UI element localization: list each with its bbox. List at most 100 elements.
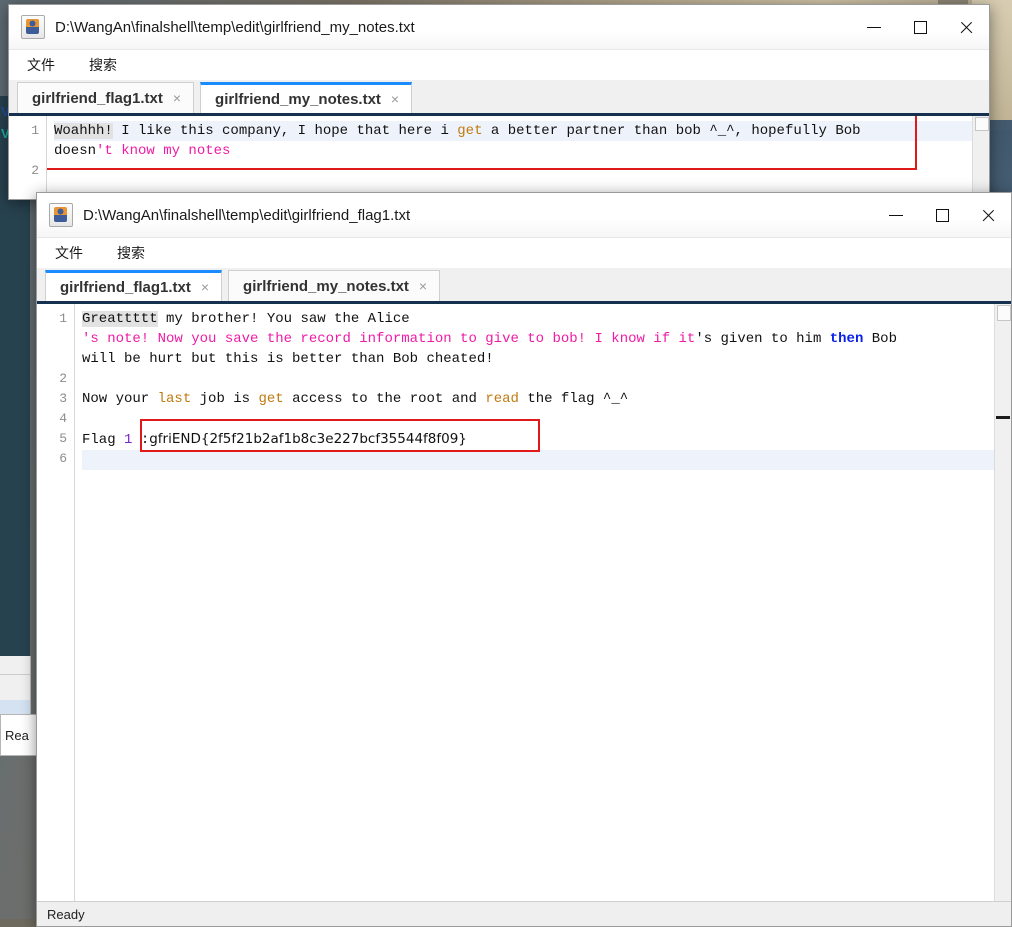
close-icon xyxy=(959,20,974,35)
java-app-icon xyxy=(49,203,73,227)
maximize-button[interactable] xyxy=(919,193,965,237)
code-line-1: Woahhh! I like this company, I hope that… xyxy=(54,121,989,141)
window2-title: D:\WangAn\finalshell\temp\edit\girlfrien… xyxy=(83,206,411,224)
tab-close-icon[interactable]: × xyxy=(201,280,209,294)
window2-menubar: 文件 搜索 xyxy=(37,238,1011,268)
window-girlfriend-flag1[interactable]: D:\WangAn\finalshell\temp\edit\girlfrien… xyxy=(36,192,1012,927)
window2-scroll-marker xyxy=(996,416,1010,419)
code-selection: Greattttt xyxy=(82,311,158,327)
window1-vertical-scrollbar[interactable] xyxy=(972,116,989,199)
tab-girlfriend-flag1[interactable]: girlfriend_flag1.txt × xyxy=(17,82,195,113)
window1-code-area[interactable]: Woahhh! I like this company, I hope that… xyxy=(47,116,989,199)
code-text: : xyxy=(132,432,150,448)
code-line-3: Now your last job is get access to the r… xyxy=(82,389,1011,409)
code-bold-keyword: then xyxy=(829,331,864,347)
menu-search[interactable]: 搜索 xyxy=(113,241,149,265)
code-line-1-wrap-b: will be hurt but this is better than Bob… xyxy=(82,349,1011,369)
tab-girlfriend-my-notes[interactable]: girlfriend_my_notes.txt × xyxy=(200,82,413,113)
menu-file[interactable]: 文件 xyxy=(51,241,87,265)
tab-close-icon[interactable]: × xyxy=(391,92,399,106)
menu-file[interactable]: 文件 xyxy=(23,53,59,77)
code-string: 's note! Now you save the record informa… xyxy=(82,331,696,347)
window-girlfriend-my-notes[interactable]: D:\WangAn\finalshell\temp\edit\girlfrien… xyxy=(8,4,990,200)
line-number: 1 xyxy=(59,311,67,326)
background-app-status-text: Rea xyxy=(5,727,29,743)
window1-controls xyxy=(851,5,989,49)
code-line-1-wrap: doesn't know my notes xyxy=(54,141,989,161)
tab-girlfriend-flag1[interactable]: girlfriend_flag1.txt × xyxy=(45,270,223,301)
window2-vertical-scrollbar[interactable] xyxy=(994,304,1011,914)
code-text: will be hurt but this is better than Bob… xyxy=(82,351,494,367)
minimize-button[interactable] xyxy=(873,193,919,237)
line-number: 6 xyxy=(59,451,67,466)
tab-close-icon[interactable]: × xyxy=(419,279,427,293)
tab-girlfriend-my-notes[interactable]: girlfriend_my_notes.txt × xyxy=(228,270,441,301)
line-number: 3 xyxy=(59,391,67,406)
code-text: job is xyxy=(191,391,259,407)
close-icon xyxy=(981,208,996,223)
line-number: 1 xyxy=(31,123,39,138)
tab-label: girlfriend_flag1.txt xyxy=(32,89,163,107)
code-keyword: get xyxy=(457,123,483,139)
line-number: 5 xyxy=(59,431,67,446)
java-app-icon xyxy=(21,15,45,39)
code-line-5: Flag 1 :gfriEND{2f5f21b2af1b8c3e227bcf35… xyxy=(82,429,1011,450)
code-text: the flag ^_^ xyxy=(518,391,629,407)
code-text: doesn xyxy=(54,143,97,159)
code-text: Flag xyxy=(82,432,125,448)
line-number: 4 xyxy=(59,411,67,426)
maximize-button[interactable] xyxy=(897,5,943,49)
window1-scroll-thumb[interactable] xyxy=(975,117,989,131)
window2-status-text: Ready xyxy=(47,906,85,922)
background-app-status-clip: Rea xyxy=(0,714,41,756)
window2-titlebar[interactable]: D:\WangAn\finalshell\temp\edit\girlfrien… xyxy=(37,193,1011,238)
line-number-spacer xyxy=(37,329,74,369)
maximize-icon xyxy=(935,208,949,222)
code-keyword: last xyxy=(157,391,192,407)
code-text: Now your xyxy=(82,391,158,407)
minimize-button[interactable] xyxy=(851,5,897,49)
close-button[interactable] xyxy=(943,5,989,49)
code-keyword: get xyxy=(258,391,284,407)
code-text: access to the root and xyxy=(283,391,486,407)
line-number: 2 xyxy=(59,371,67,386)
window2-scroll-thumb[interactable] xyxy=(997,305,1011,321)
tab-close-icon[interactable]: × xyxy=(173,91,181,105)
line-number: 2 xyxy=(31,163,39,178)
window2-controls xyxy=(873,193,1011,237)
tab-label: girlfriend_flag1.txt xyxy=(60,278,191,296)
window1-tabstrip: girlfriend_flag1.txt × girlfriend_my_not… xyxy=(9,80,989,116)
code-line-6 xyxy=(82,450,1011,470)
code-text: I like this company, I hope that here i xyxy=(112,123,458,139)
code-selection: Woahhh! xyxy=(54,123,113,139)
code-text: a better partner than bob ^_^, hopefully… xyxy=(482,123,861,139)
minimize-icon xyxy=(867,26,881,28)
close-button[interactable] xyxy=(965,193,1011,237)
code-text: given to him xyxy=(712,331,830,347)
code-string: 't know my notes xyxy=(96,143,231,159)
tab-label: girlfriend_my_notes.txt xyxy=(215,90,381,108)
background-app-divider xyxy=(0,674,30,675)
maximize-icon xyxy=(913,20,927,34)
code-text: my brother! You saw the Alice xyxy=(157,311,410,327)
minimize-icon xyxy=(889,214,903,216)
code-text: Bob xyxy=(863,331,897,347)
window2-gutter: 1 2 3 4 5 6 xyxy=(37,304,75,914)
code-text: 's xyxy=(695,331,713,347)
window2-editor[interactable]: 1 2 3 4 5 6 Greattttt my brother! You sa… xyxy=(37,304,1011,914)
window2-statusbar: Ready xyxy=(37,901,1011,926)
window1-title: D:\WangAn\finalshell\temp\edit\girlfrien… xyxy=(55,18,415,36)
code-line-1: Greattttt my brother! You saw the Alice xyxy=(82,309,1011,329)
window1-titlebar[interactable]: D:\WangAn\finalshell\temp\edit\girlfrien… xyxy=(9,5,989,50)
window1-gutter: 1 2 xyxy=(9,116,47,199)
flag-value: gfriEND{2f5f21b2af1b8c3e227bcf35544f8f09… xyxy=(149,431,467,447)
menu-search[interactable]: 搜索 xyxy=(85,53,121,77)
window1-menubar: 文件 搜索 xyxy=(9,50,989,80)
code-line-1-wrap-a: 's note! Now you save the record informa… xyxy=(82,329,1011,349)
window2-tabstrip: girlfriend_flag1.txt × girlfriend_my_not… xyxy=(37,268,1011,304)
window1-editor[interactable]: 1 2 Woahhh! I like this company, I hope … xyxy=(9,116,989,199)
window2-code-area[interactable]: Greattttt my brother! You saw the Alice … xyxy=(75,304,1011,914)
tab-label: girlfriend_my_notes.txt xyxy=(243,277,409,295)
